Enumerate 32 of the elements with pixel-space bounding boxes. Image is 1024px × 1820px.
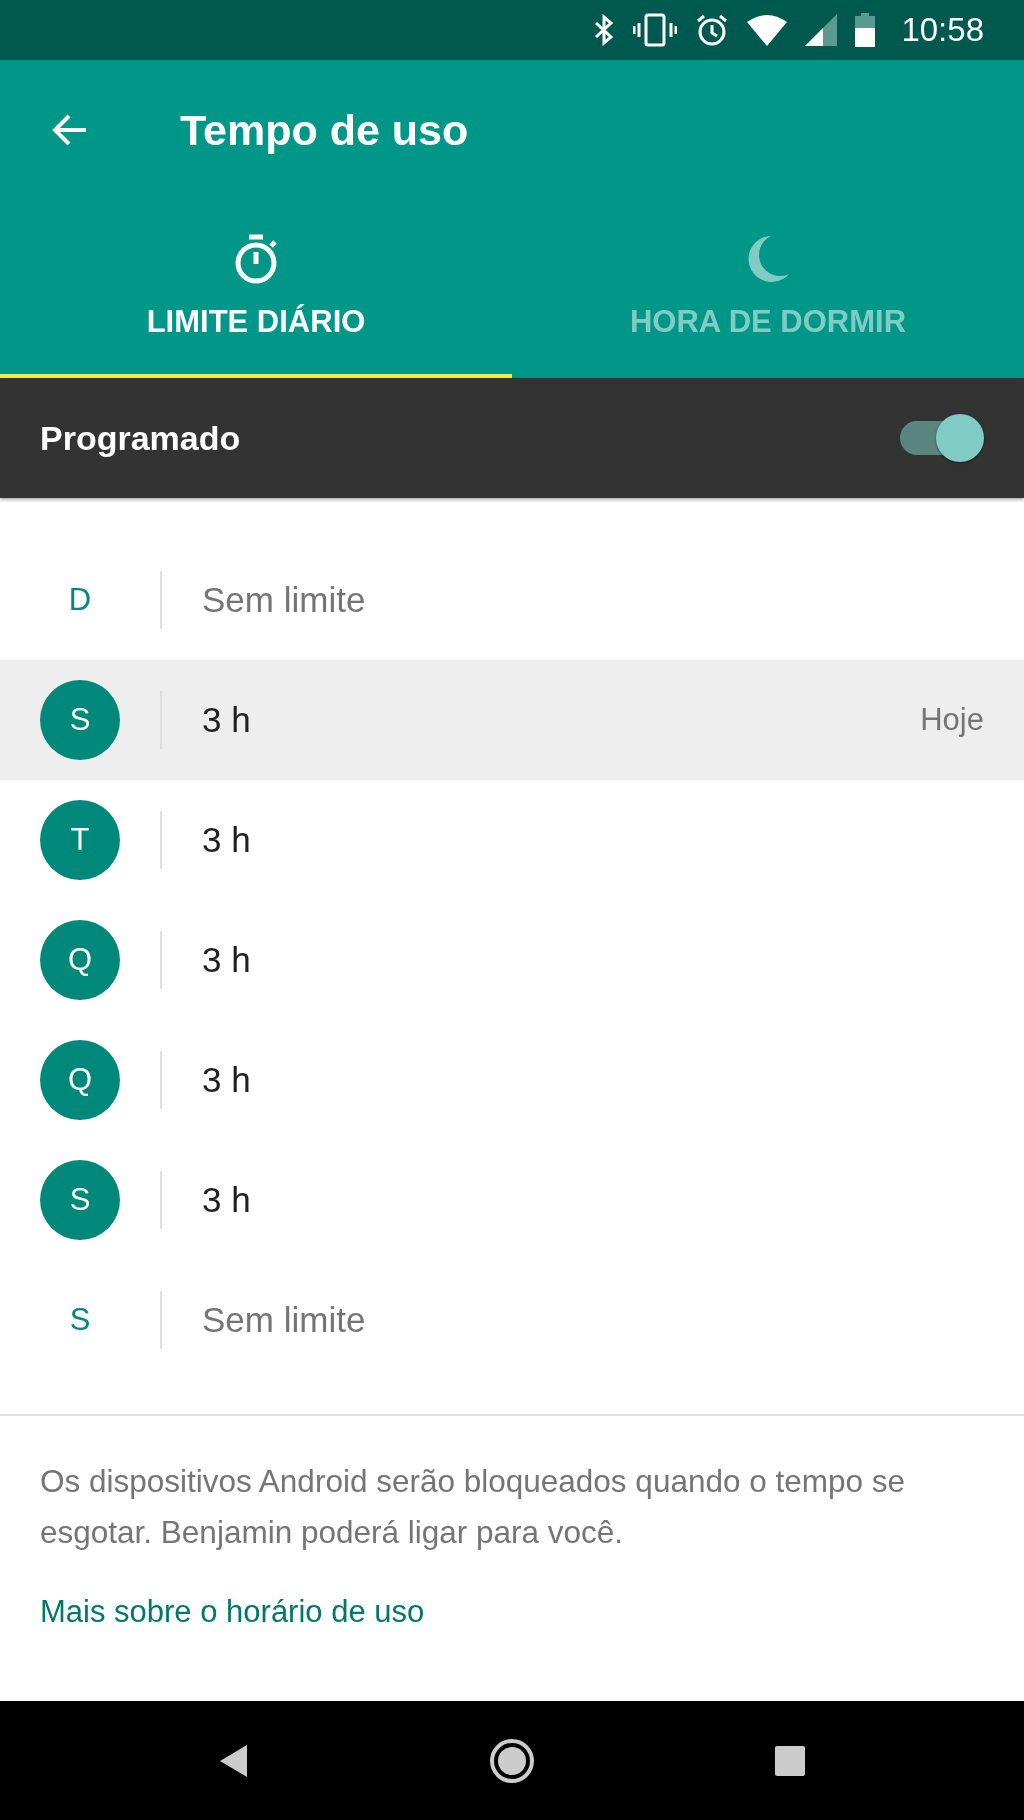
day-letter: Q: [40, 920, 120, 1000]
recents-nav-button[interactable]: [775, 1745, 805, 1776]
limit-text: 3 h: [202, 1180, 252, 1220]
home-nav-button[interactable]: [489, 1737, 535, 1784]
day-letter: D: [67, 581, 93, 619]
alarm-icon: [695, 13, 730, 47]
limit-text: Sem limite: [202, 580, 367, 620]
battery-icon: [855, 13, 876, 47]
status-time: 10:58: [901, 11, 984, 49]
signal-icon: [805, 14, 838, 46]
limit-text: 3 h: [202, 940, 252, 980]
vibrate-icon: [633, 13, 678, 47]
learn-more-link[interactable]: Mais sobre o horário de uso: [40, 1594, 425, 1630]
wifi-icon: [747, 14, 788, 46]
bluetooth-icon: [593, 14, 616, 46]
limit-text: Sem limite: [202, 1300, 367, 1340]
day-letter: Q: [40, 1040, 120, 1120]
day-letter: T: [40, 800, 120, 880]
limit-text: 3 h: [202, 1060, 252, 1100]
today-label: Hoje: [920, 702, 984, 738]
schedule-switch[interactable]: [900, 414, 984, 462]
day-row[interactable]: S 3 h Hoje: [0, 660, 1024, 780]
info-text: Os dispositivos Android serão bloqueados quando o tempo se esgotar. Benjamin poderá ligar para você.: [40, 1462, 907, 1552]
day-letter: S: [68, 1301, 92, 1339]
day-letter: S: [40, 680, 120, 760]
stopwatch-icon: [233, 234, 279, 284]
limit-text: 3 h: [202, 700, 252, 740]
schedule-label: Programado: [40, 418, 241, 458]
day-letter: S: [40, 1160, 120, 1240]
back-nav-button[interactable]: [219, 1743, 249, 1778]
screen-title: Tempo de uso: [180, 105, 469, 155]
limit-text: 3 h: [202, 820, 252, 860]
